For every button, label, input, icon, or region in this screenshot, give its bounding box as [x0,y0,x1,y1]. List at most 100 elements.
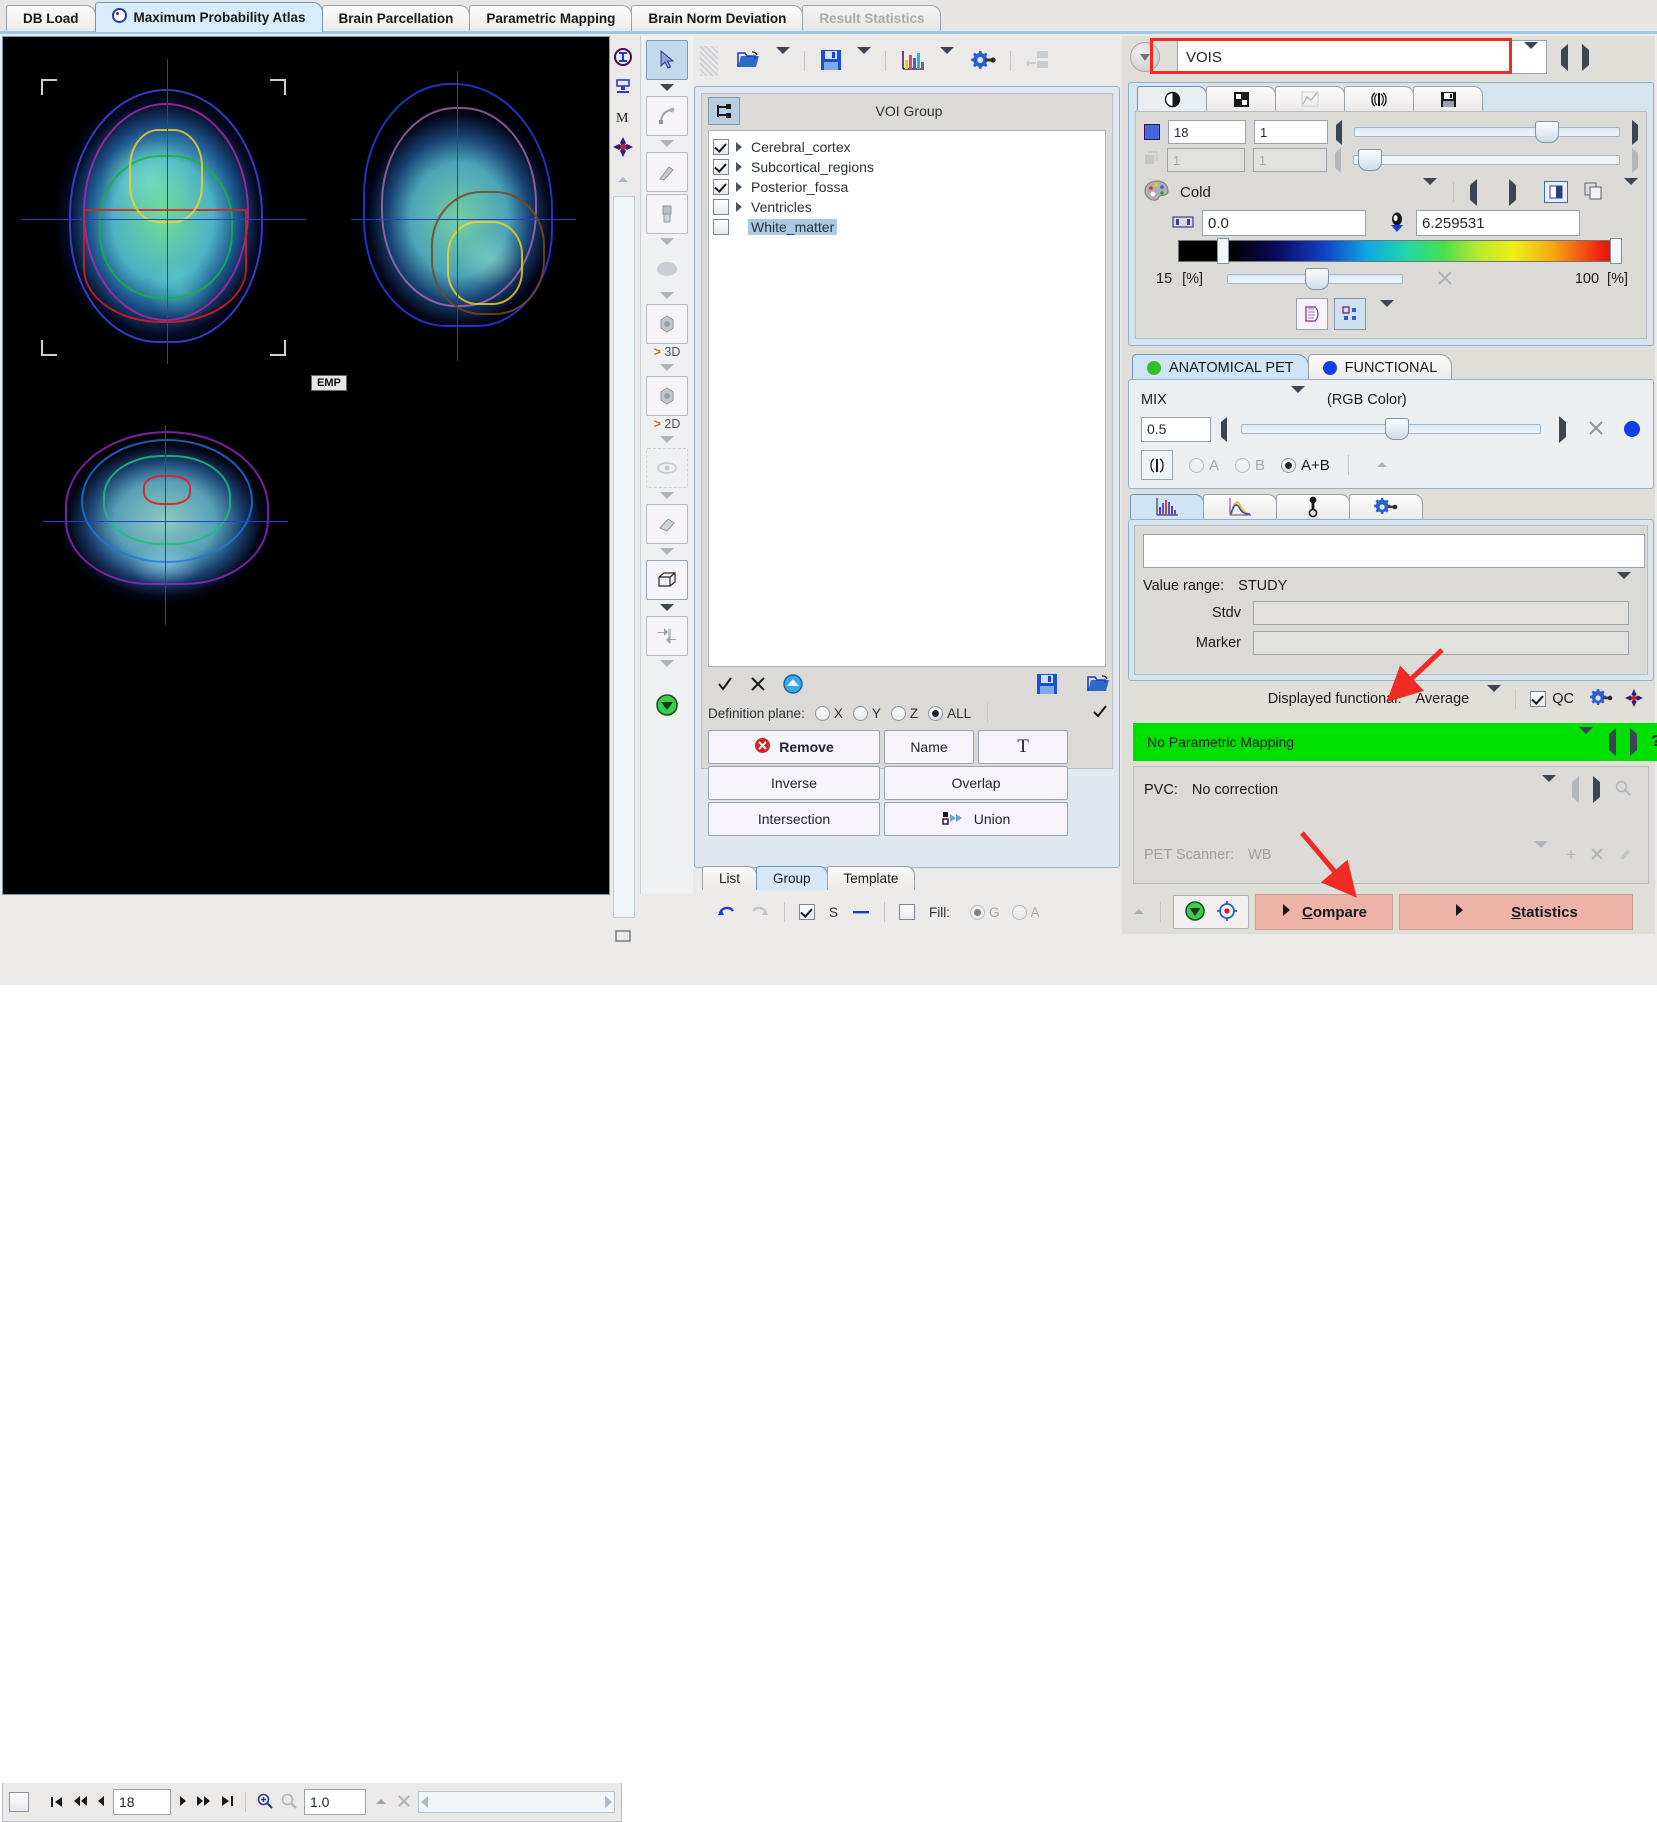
load-up-icon[interactable] [782,673,804,698]
ab-option-aplusb[interactable]: A+B [1281,457,1330,474]
cancel-x-icon[interactable] [750,676,766,695]
ellipse-tool-button[interactable] [647,250,687,288]
displayed-functional-dropdown[interactable] [1487,684,1502,707]
fill-option-g[interactable]: G [970,904,1000,920]
clear-zoom-icon[interactable] [396,1793,412,1812]
fast-forward-button[interactable] [195,1793,213,1812]
vois-next-button[interactable] [1582,43,1589,71]
voi-list-item[interactable]: Ventricles [709,197,1105,217]
fast-back-button[interactable] [71,1793,89,1812]
slice2-index-input[interactable]: 1 [1167,148,1245,172]
compare-button[interactable]: Compare [1255,894,1393,930]
parametric-mapping-dropdown[interactable] [1579,727,1594,750]
tab-save-preset[interactable] [1413,86,1483,111]
voi-list-item[interactable]: Subcortical_regions [709,157,1105,177]
statistics-dropdown[interactable] [940,46,954,69]
drag-handle[interactable] [700,46,718,76]
apply-green-icon[interactable] [647,686,687,724]
pvc-dropdown[interactable] [1542,775,1556,797]
voi-item-checkbox[interactable] [713,179,729,195]
zoom-collapse-icon[interactable] [372,1795,390,1810]
transfer-icon[interactable] [1025,49,1051,74]
apply-green-button-icon[interactable] [1184,900,1206,925]
vois-prev-button[interactable] [1561,43,1568,71]
voi-tab-group[interactable]: Group [756,866,828,890]
color-bar[interactable] [1178,238,1622,264]
parametric-mapping-prev[interactable] [1609,728,1617,756]
s-checkbox[interactable] [799,904,815,920]
save-voi-icon[interactable] [1036,673,1058,698]
paintbrush-tool-button[interactable] [646,194,688,234]
mix-next-arrow[interactable] [1559,415,1566,443]
threshold-slider[interactable] [1227,268,1404,290]
qc-gear-icon[interactable] [1588,688,1614,711]
tab-db-load[interactable]: DB Load [6,5,96,32]
voi-item-expand-icon[interactable] [736,182,748,192]
coronal-slice-image[interactable] [43,425,288,625]
stat-tab-histogram[interactable] [1130,494,1204,521]
fusion-icon[interactable] [610,72,636,102]
vois-dropdown-caret[interactable] [1524,41,1538,66]
axial-slice-image[interactable] [21,59,306,364]
tab-brain-norm-deviation[interactable]: Brain Norm Deviation [631,5,804,32]
color-bar-high-handle[interactable] [1610,238,1622,264]
pet-scanner-dropdown[interactable] [1534,840,1549,863]
text-tool-button[interactable]: T [978,730,1068,764]
pointer-tool-button[interactable] [646,40,688,80]
mirror-tool-button[interactable] [646,616,688,656]
horizontal-scrollbar[interactable] [418,1791,615,1813]
iso-contour-button[interactable] [1296,298,1328,330]
slice2-sub-input[interactable]: 1 [1253,148,1327,172]
info-icon[interactable] [610,42,636,72]
colortable-invert-icon[interactable] [1544,181,1568,203]
voi-item-checkbox[interactable] [713,199,729,215]
pvc-search-icon[interactable] [1614,779,1632,800]
prev-slice-button[interactable] [95,1793,107,1812]
stat-tab-settings[interactable] [1349,494,1423,521]
qc-checkbox[interactable] [1530,691,1547,707]
plane-option-z[interactable]: Z [890,705,918,721]
colortable-dropdown[interactable] [1423,177,1437,200]
slice-index-input[interactable]: 18 [1168,120,1246,144]
voi-item-checkbox[interactable] [713,159,729,175]
name-button[interactable]: Name [884,730,974,764]
range-max-input[interactable]: 6.259531 [1416,210,1580,236]
next-slice-button[interactable] [177,1793,189,1812]
plane-radio[interactable] [852,705,868,721]
ab-option-b[interactable]: B [1235,457,1265,474]
mix-value-input[interactable]: 0.5 [1141,416,1211,442]
tab-grid[interactable] [1206,86,1276,111]
crosshair-move-icon[interactable] [610,132,636,162]
save-file-dropdown[interactable] [857,46,871,69]
parametric-mapping-next[interactable] [1630,728,1638,756]
plane-radio[interactable] [814,705,830,721]
fusion-tab-functional[interactable]: FUNCTIONAL [1307,354,1453,381]
slice-slider-1[interactable] [1354,121,1620,143]
settings-gear-icon[interactable] [968,49,996,74]
mix-mode-dropdown[interactable] [1291,385,1305,408]
ab-option-a[interactable]: A [1189,457,1219,474]
threshold-clear-icon[interactable] [1437,270,1453,289]
box-tool-dropdown[interactable] [647,600,687,614]
first-slice-button[interactable] [49,1794,65,1810]
bottom-collapse-icon[interactable] [1130,905,1148,920]
fill-option-a[interactable]: A [1011,904,1040,920]
ellipse-dropdown[interactable] [647,288,687,302]
tab-brain-parcellation[interactable]: Brain Parcellation [321,5,471,32]
slice-prev-arrow[interactable] [1336,119,1342,145]
strip-scroll-rail[interactable] [613,196,635,918]
snapshot-checkbox[interactable] [9,1792,29,1812]
parametric-mapping-bar[interactable]: No Parametric Mapping ? [1133,723,1657,761]
pet-scanner-add[interactable]: + [1566,845,1576,865]
mix-prev-arrow[interactable] [1221,416,1227,442]
tab-parametric-mapping[interactable]: Parametric Mapping [469,5,633,32]
sagittal-slice-image[interactable] [351,71,576,361]
undo-icon[interactable] [716,903,736,922]
view-3d-icon[interactable] [610,921,636,951]
mix-clear-icon[interactable] [1588,420,1604,439]
fusion-tab-anatomical-pet[interactable]: ANATOMICAL PET [1132,354,1309,381]
minus-icon[interactable] [852,905,870,920]
remove-button[interactable]: Remove [708,730,880,764]
paintbrush-dropdown[interactable] [647,234,687,248]
statistics-chart-icon[interactable] [900,49,926,74]
